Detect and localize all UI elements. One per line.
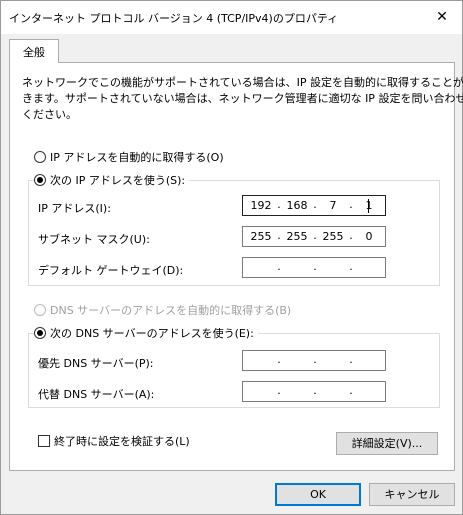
subnet-mask-label: サブネット マスク(U):	[38, 233, 150, 246]
ip-separator: .	[349, 229, 353, 242]
ip-manual-radio[interactable]: 次の IP アドレスを使う(S):	[34, 172, 190, 188]
ip-auto-radio[interactable]: IP アドレスを自動的に取得する(O)	[34, 149, 224, 165]
radio-unchecked-icon	[34, 151, 46, 163]
gateway-label: デフォルト ゲートウェイ(D):	[38, 264, 184, 277]
ip-auto-label: IP アドレスを自動的に取得する(O)	[50, 151, 224, 164]
ip-separator: .	[277, 198, 281, 211]
alternate-dns-label: 代替 DNS サーバー(A):	[38, 388, 155, 401]
properties-dialog: インターネット プロトコル バージョン 4 (TCP/IPv4)のプロパティ ✕…	[0, 0, 463, 515]
alternate-dns-input[interactable]: . . .	[242, 381, 386, 402]
ip-octet: 7	[329, 199, 337, 212]
ip-separator: .	[313, 384, 317, 397]
ip-separator: .	[277, 384, 281, 397]
description-line: ください。	[22, 108, 77, 121]
gateway-input[interactable]: . . .	[242, 257, 386, 278]
ip-octet: 255	[322, 230, 344, 243]
dns-manual-radio[interactable]: 次の DNS サーバーのアドレスを使う(E):	[34, 325, 258, 341]
cancel-button[interactable]: キャンセル	[369, 483, 455, 506]
ip-separator: .	[277, 229, 281, 242]
close-icon: ✕	[436, 9, 448, 25]
dns-auto-label: DNS サーバーのアドレスを自動的に取得する(B)	[50, 304, 292, 317]
description-line: きます。サポートされていない場合は、ネットワーク管理者に適切な IP 設定を問い…	[22, 92, 463, 105]
ip-separator: .	[313, 260, 317, 273]
text-caret	[368, 199, 369, 213]
ip-separator: .	[349, 260, 353, 273]
radio-checked-icon	[34, 174, 46, 186]
radio-checked-icon	[34, 327, 46, 339]
advanced-button[interactable]: 詳細設定(V)...	[336, 432, 438, 455]
ip-address-input[interactable]: 192 . 168 . 7 . 1	[242, 195, 386, 216]
dns-auto-radio[interactable]: DNS サーバーのアドレスを自動的に取得する(B)	[34, 302, 291, 318]
subnet-mask-input[interactable]: 255 . 255 . 255 . 0	[242, 226, 386, 247]
checkbox-unchecked-icon	[38, 435, 50, 447]
ip-octet: 1	[365, 199, 373, 212]
ip-octet: 255	[286, 230, 308, 243]
ip-separator: .	[313, 229, 317, 242]
ip-separator: .	[349, 384, 353, 397]
validate-on-exit-checkbox[interactable]: 終了時に設定を検証する(L)	[38, 433, 190, 449]
ip-octet: 0	[365, 230, 373, 243]
ip-separator: .	[277, 353, 281, 366]
general-tab-panel: ネットワークでこの機能がサポートされている場合は、IP 設定を自動的に取得するこ…	[9, 62, 463, 471]
ip-separator: .	[313, 353, 317, 366]
window-title: インターネット プロトコル バージョン 4 (TCP/IPv4)のプロパティ	[9, 12, 339, 25]
ip-manual-label: 次の IP アドレスを使う(S):	[50, 174, 186, 187]
description-line: ネットワークでこの機能がサポートされている場合は、IP 設定を自動的に取得するこ…	[22, 76, 463, 89]
ip-separator: .	[349, 198, 353, 211]
ip-separator: .	[277, 260, 281, 273]
title-bar: インターネット プロトコル バージョン 4 (TCP/IPv4)のプロパティ ✕	[1, 1, 462, 34]
preferred-dns-input[interactable]: . . .	[242, 350, 386, 371]
description-text: ネットワークでこの機能がサポートされている場合は、IP 設定を自動的に取得するこ…	[22, 75, 463, 123]
close-button[interactable]: ✕	[422, 1, 462, 33]
ip-address-label: IP アドレス(I):	[38, 202, 111, 215]
ip-separator: .	[313, 198, 317, 211]
ip-octet: 192	[250, 199, 272, 212]
radio-unchecked-icon	[34, 304, 46, 316]
ip-octet: 168	[286, 199, 308, 212]
ip-octet: 255	[250, 230, 272, 243]
tab-general[interactable]: 全般	[9, 39, 59, 63]
ip-separator: .	[349, 353, 353, 366]
dns-manual-label: 次の DNS サーバーのアドレスを使う(E):	[50, 327, 254, 340]
validate-on-exit-label: 終了時に設定を検証する(L)	[54, 435, 190, 448]
preferred-dns-label: 優先 DNS サーバー(P):	[38, 357, 154, 370]
ok-button[interactable]: OK	[275, 483, 361, 506]
